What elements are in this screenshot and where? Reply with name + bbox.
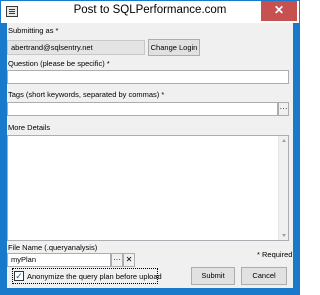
dialog-content: Submitting as * abertrand@sqlsentry.net … [7, 23, 293, 288]
tags-input[interactable] [7, 102, 278, 116]
cancel-button[interactable]: Cancel [241, 267, 287, 285]
more-details-textarea[interactable] [7, 135, 289, 241]
file-clear-button[interactable]: ✕ [123, 253, 135, 267]
more-details-label: More Details [8, 123, 51, 132]
question-input[interactable] [7, 70, 289, 84]
submitting-email-field: abertrand@sqlsentry.net [7, 40, 145, 55]
close-button[interactable]: ✕ [261, 1, 297, 21]
file-name-input[interactable]: myPlan [7, 253, 111, 267]
submit-button[interactable]: Submit [191, 267, 235, 285]
required-note: * Required [257, 250, 293, 259]
file-browse-button[interactable]: ··· [111, 253, 123, 267]
title-bar[interactable]: Post to SQLPerformance.com ✕ [1, 1, 299, 23]
window-title: Post to SQLPerformance.com [73, 4, 227, 16]
tags-browse-button[interactable]: ··· [278, 102, 289, 116]
anonymize-checkbox[interactable]: ✓ [14, 271, 24, 281]
anonymize-label[interactable]: Anonymize the query plan before upload [27, 272, 162, 281]
file-name-label: File Name (.queryanalysis) [8, 243, 98, 252]
change-login-button[interactable]: Change Login [148, 39, 200, 56]
dialog-window: Post to SQLPerformance.com ✕ Submitting … [0, 0, 300, 295]
question-label: Question (please be specific) * [8, 59, 110, 68]
more-details-scrollbar[interactable] [278, 136, 288, 240]
submitting-as-label: Submitting as * [8, 26, 59, 35]
tags-label: Tags (short keywords, separated by comma… [8, 90, 165, 99]
